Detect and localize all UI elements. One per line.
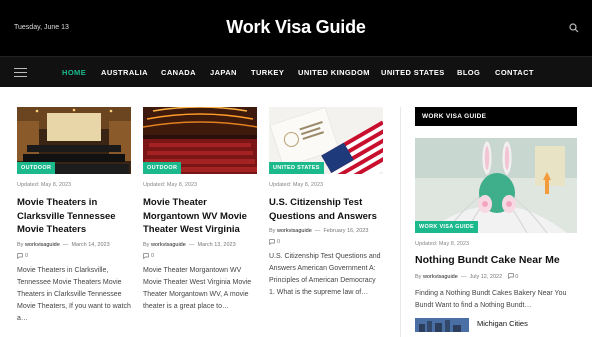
author-link[interactable]: workvisaguide [423,274,458,280]
post-card: OUTDOOR Updated: May 8, 2023 Movie Theat… [143,107,257,313]
byline: By workvisaguide — March 14, 2023 [17,242,131,248]
sidebar: WORK VISA GUIDE WORK VISA GUIDE Updated: [415,107,577,332]
post-thumbnail-citizenship[interactable]: UNITED STATES [269,107,383,174]
byline-prefix: By [415,274,422,280]
post-excerpt: Movie Theater Morgantown WV Movie Theate… [143,266,252,310]
post-title[interactable]: Michigan Cities [477,319,528,328]
byline-prefix: By [17,241,24,248]
updated-date: Updated: May 8, 2023 [143,182,198,188]
post-thumbnail-city[interactable] [415,318,469,332]
category-badge[interactable]: WORK VISA GUIDE [415,221,479,233]
featured-post-excerpt: Finding a Nothing Bundt Cakes Bakery Nea… [415,290,567,309]
category-badge[interactable]: UNITED STATES [269,162,324,174]
post-title[interactable]: Movie Theaters in Clarksville Tennessee … [17,196,131,237]
byline-separator: — [459,274,468,280]
comment-count[interactable]: 0 [507,273,519,280]
byline: By workvisaguide — July 12, 2022 0 [415,273,577,280]
author-link[interactable]: workvisaguide [25,242,60,248]
nav-item-united-kingdom[interactable]: UNITED KINGDOM [298,68,370,77]
post-title[interactable]: U.S. Citizenship Test Questions and Answ… [269,196,383,223]
featured-post-title[interactable]: Nothing Bundt Cake Near Me [415,254,577,266]
column-divider [400,107,401,337]
search-icon[interactable] [569,23,579,33]
nav-item-blog[interactable]: BLOG [457,68,480,77]
nav-item-turkey[interactable]: TURKEY [251,68,284,77]
post-date: February 16, 2023 [323,228,369,234]
updated-date: Updated: May 8, 2023 [415,241,470,247]
comment-icon [269,239,275,245]
comment-icon [507,273,514,280]
menu-icon[interactable] [14,68,27,77]
featured-thumbnail-bunny[interactable]: WORK VISA GUIDE [415,138,577,233]
list-item[interactable]: Michigan Cities [415,318,577,332]
byline-separator: — [313,228,322,234]
nav-item-japan[interactable]: JAPAN [210,68,237,77]
comment-icon [143,252,149,259]
top-header: Tuesday, June 13 Work Visa Guide [0,0,592,56]
nav-item-contact[interactable]: CONTACT [495,68,534,77]
comment-count[interactable]: 0 [143,253,257,259]
site-title[interactable]: Work Visa Guide [0,17,592,38]
comment-count-value: 0 [25,252,29,259]
post-title[interactable]: Movie Theater Morgantown WV Movie Theate… [143,196,257,237]
post-card: OUTDOOR Updated: May 8, 2023 Movie Theat… [17,107,131,325]
widget-title: WORK VISA GUIDE [415,107,577,126]
comment-count[interactable]: 0 [269,239,383,245]
category-badge[interactable]: OUTDOOR [17,162,56,174]
comment-count-value: 0 [515,274,519,280]
main-nav: HOME AUSTRALIA CANADA JAPAN TURKEY UNITE… [0,56,592,87]
nav-item-home[interactable]: HOME [62,68,86,77]
byline-prefix: By [143,241,150,248]
updated-date: Updated: May 8, 2023 [17,182,72,188]
byline-separator: — [187,241,196,248]
post-date: March 13, 2023 [197,241,236,248]
post-thumbnail-auditorium[interactable]: OUTDOOR [143,107,257,174]
post-excerpt: U.S. Citizenship Test Questions and Answ… [269,253,381,296]
author-link[interactable]: workvisaguide [151,242,186,248]
comment-count-value: 0 [277,239,281,245]
byline-prefix: By [269,228,276,234]
byline: By workvisaguide — March 13, 2023 [143,242,257,248]
updated-date: Updated: May 8, 2023 [269,182,324,188]
comment-count-value: 0 [151,252,155,259]
comment-icon [17,252,23,259]
post-date: March 14, 2023 [71,241,110,248]
nav-item-australia[interactable]: AUSTRALIA [101,68,148,77]
post-date: July 12, 2022 [469,274,503,280]
post-thumbnail-theater[interactable]: OUTDOOR [17,107,131,174]
nav-item-united-states[interactable]: UNITED STATES [381,68,445,77]
post-card: UNITED STATES Updated: May 8, 2023 U.S. … [269,107,383,299]
comment-count[interactable]: 0 [17,253,131,259]
byline-separator: — [61,241,70,248]
author-link[interactable]: workvisaguide [277,228,312,234]
post-excerpt: Movie Theaters in Clarksville, Tennessee… [17,266,131,322]
category-badge[interactable]: OUTDOOR [143,162,182,174]
byline: By workvisaguide — February 16, 2023 [269,228,383,234]
nav-item-canada[interactable]: CANADA [161,68,196,77]
